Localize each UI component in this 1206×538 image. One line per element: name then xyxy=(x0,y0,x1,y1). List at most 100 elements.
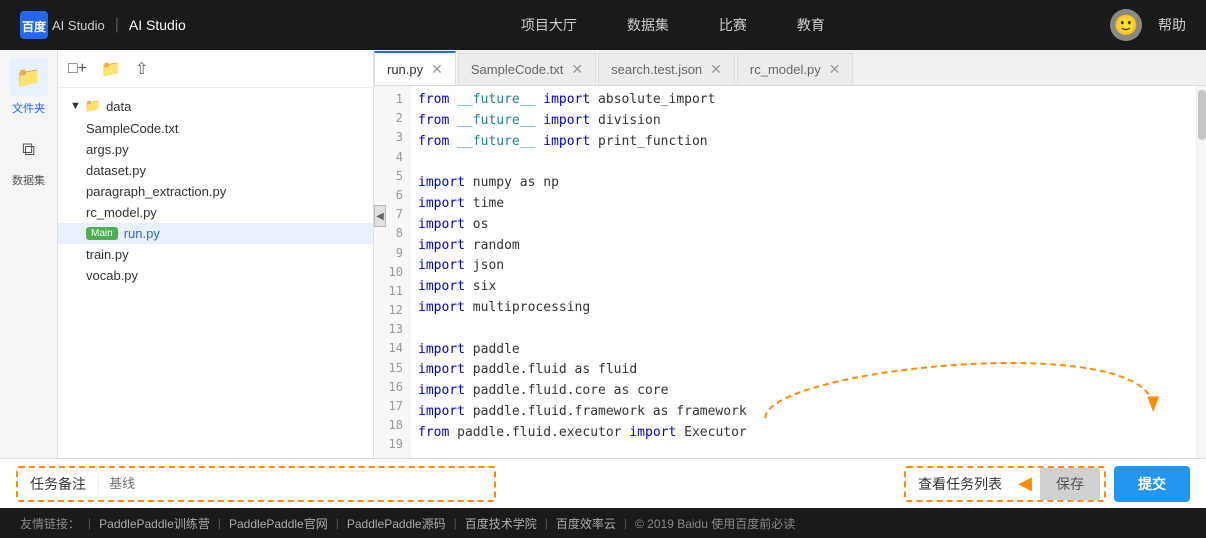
ai-studio-label: AI Studio xyxy=(129,17,186,33)
code-line-10: import six xyxy=(418,277,1188,298)
sidebar-file-label: 文件夹 xyxy=(12,100,45,116)
folder-name: data xyxy=(106,99,131,114)
file-name-args: args.py xyxy=(86,142,129,157)
file-name-vocab: vocab.py xyxy=(86,268,138,283)
list-item[interactable]: vocab.py xyxy=(58,265,373,286)
baidu-logo: 百度 AI Studio xyxy=(20,11,105,39)
code-line-12 xyxy=(418,319,1188,340)
code-line-17: from paddle.fluid.executor import Execut… xyxy=(418,423,1188,444)
tab-rcmodel[interactable]: rc_model.py ✕ xyxy=(737,53,854,85)
tab-bar: run.py ✕ SampleCode.txt ✕ search.test.js… xyxy=(374,50,1206,86)
bottom-bar: 任务备注 查看任务列表 ◀ 保存 提交 xyxy=(0,458,1206,508)
tab-run-py-label: run.py xyxy=(387,62,423,77)
code-lines: from __future__ import absolute_import f… xyxy=(410,86,1196,458)
nav-item-dataset[interactable]: 数据集 xyxy=(627,15,669,35)
task-label: 任务备注 xyxy=(18,474,99,494)
sidebar-dataset-icon[interactable]: ⧉ xyxy=(10,130,48,168)
baseline-input[interactable] xyxy=(99,468,494,500)
arrow-left-icon: ◀ xyxy=(1018,473,1032,494)
footer-link-0[interactable]: PaddlePaddle训练营 xyxy=(99,515,210,532)
code-editor[interactable]: 123456789101112131415161718192021222324 … xyxy=(374,86,1206,458)
file-name-rcmodel: rc_model.py xyxy=(86,205,157,220)
code-line-8: import random xyxy=(418,236,1188,257)
file-name-train: train.py xyxy=(86,247,129,262)
footer-sep-0: | xyxy=(88,516,91,530)
footer-link-3[interactable]: 百度技术学院 xyxy=(465,515,537,532)
list-item[interactable]: SampleCode.txt xyxy=(58,118,373,139)
nav-menu: 项目大厅 数据集 比赛 教育 xyxy=(236,15,1110,35)
line-numbers: 123456789101112131415161718192021222324 xyxy=(374,86,410,458)
file-tree: ▼ 📁 data SampleCode.txt args.py dataset.… xyxy=(58,88,373,458)
code-line-15: import paddle.fluid.core as core xyxy=(418,381,1188,402)
code-line-16: import paddle.fluid.framework as framewo… xyxy=(418,402,1188,423)
code-line-2: from __future__ import division xyxy=(418,111,1188,132)
nav-item-project[interactable]: 项目大厅 xyxy=(521,15,577,35)
tab-samplecode-close[interactable]: ✕ xyxy=(571,61,583,78)
save-button[interactable]: 保存 xyxy=(1040,468,1100,500)
footer-copyright: © 2019 Baidu 使用百度前必读 xyxy=(635,515,795,532)
list-item[interactable]: paragraph_extraction.py xyxy=(58,181,373,202)
code-line-18 xyxy=(418,444,1188,458)
footer-link-4[interactable]: 百度效率云 xyxy=(556,515,616,532)
tab-samplecode-label: SampleCode.txt xyxy=(471,62,564,77)
list-item[interactable]: args.py xyxy=(58,139,373,160)
tab-run-py[interactable]: run.py ✕ xyxy=(374,51,456,85)
view-tasks-section: 查看任务列表 ◀ 保存 xyxy=(904,466,1106,502)
tab-searchtest[interactable]: search.test.json ✕ xyxy=(598,53,735,85)
task-section: 任务备注 xyxy=(16,466,496,502)
code-line-11: import multiprocessing xyxy=(418,298,1188,319)
nav-item-competition[interactable]: 比赛 xyxy=(719,15,747,35)
help-link[interactable]: 帮助 xyxy=(1158,15,1186,35)
footer-link-1[interactable]: PaddlePaddle官网 xyxy=(229,515,328,532)
scrollbar-track[interactable] xyxy=(1196,86,1206,458)
file-name-dataset: dataset.py xyxy=(86,163,146,178)
list-item[interactable]: dataset.py xyxy=(58,160,373,181)
submit-button[interactable]: 提交 xyxy=(1114,466,1190,502)
code-line-9: import json xyxy=(418,256,1188,277)
folder-data[interactable]: ▼ 📁 data xyxy=(58,94,373,118)
nav-right: 🙂 帮助 xyxy=(1110,9,1186,41)
file-toolbar: □+ 📁 ⇧ xyxy=(58,50,373,88)
code-line-1: from __future__ import absolute_import xyxy=(418,90,1188,111)
file-panel: □+ 📁 ⇧ ▼ 📁 data SampleCode.txt args.py d… xyxy=(58,50,374,458)
footer-link-2[interactable]: PaddlePaddle源码 xyxy=(347,515,446,532)
list-item-active[interactable]: Main run.py xyxy=(58,223,373,244)
logo-area: 百度 AI Studio | AI Studio xyxy=(20,11,186,39)
tab-searchtest-close[interactable]: ✕ xyxy=(710,61,722,78)
list-item[interactable]: rc_model.py xyxy=(58,202,373,223)
footer-sep-3: | xyxy=(454,516,457,530)
upload-icon[interactable]: ⇧ xyxy=(135,59,148,79)
footer-sep-4: | xyxy=(545,516,548,530)
code-line-13: import paddle xyxy=(418,340,1188,361)
code-line-3: from __future__ import print_function xyxy=(418,132,1188,153)
nav-item-education[interactable]: 教育 xyxy=(797,15,825,35)
tab-searchtest-label: search.test.json xyxy=(611,62,702,77)
avatar[interactable]: 🙂 xyxy=(1110,9,1142,41)
sidebar-dataset-label: 数据集 xyxy=(12,172,45,188)
new-file-icon[interactable]: □+ xyxy=(68,60,87,78)
code-line-4 xyxy=(418,152,1188,173)
main-badge: Main xyxy=(86,227,118,240)
collapse-panel-handle[interactable]: ◀ xyxy=(374,205,386,227)
new-folder-icon[interactable]: 📁 xyxy=(101,59,121,79)
tab-samplecode[interactable]: SampleCode.txt ✕ xyxy=(458,53,596,85)
brand-name: AI Studio xyxy=(52,18,105,33)
code-line-5: import numpy as np xyxy=(418,173,1188,194)
tab-rcmodel-close[interactable]: ✕ xyxy=(829,61,841,78)
folder-icon: 📁 xyxy=(85,98,101,114)
scrollbar-thumb[interactable] xyxy=(1198,90,1206,140)
sidebar-file-icon[interactable]: 📁 xyxy=(10,58,48,96)
file-name-run: run.py xyxy=(124,226,160,241)
logo-divider: | xyxy=(115,16,119,34)
code-line-7: import os xyxy=(418,215,1188,236)
editor-area: run.py ✕ SampleCode.txt ✕ search.test.js… xyxy=(374,50,1206,458)
top-navigation: 百度 AI Studio | AI Studio 项目大厅 数据集 比赛 教育 … xyxy=(0,0,1206,50)
tab-run-py-close[interactable]: ✕ xyxy=(431,61,443,78)
view-tasks-btn[interactable]: 查看任务列表 xyxy=(910,474,1010,494)
footer-sep-5: | xyxy=(624,516,627,530)
list-item[interactable]: train.py xyxy=(58,244,373,265)
icon-sidebar: 📁 文件夹 ⧉ 数据集 xyxy=(0,50,58,458)
tab-rcmodel-label: rc_model.py xyxy=(750,62,821,77)
footer-sep-2: | xyxy=(336,516,339,530)
action-area: 查看任务列表 ◀ 保存 提交 xyxy=(904,466,1190,502)
